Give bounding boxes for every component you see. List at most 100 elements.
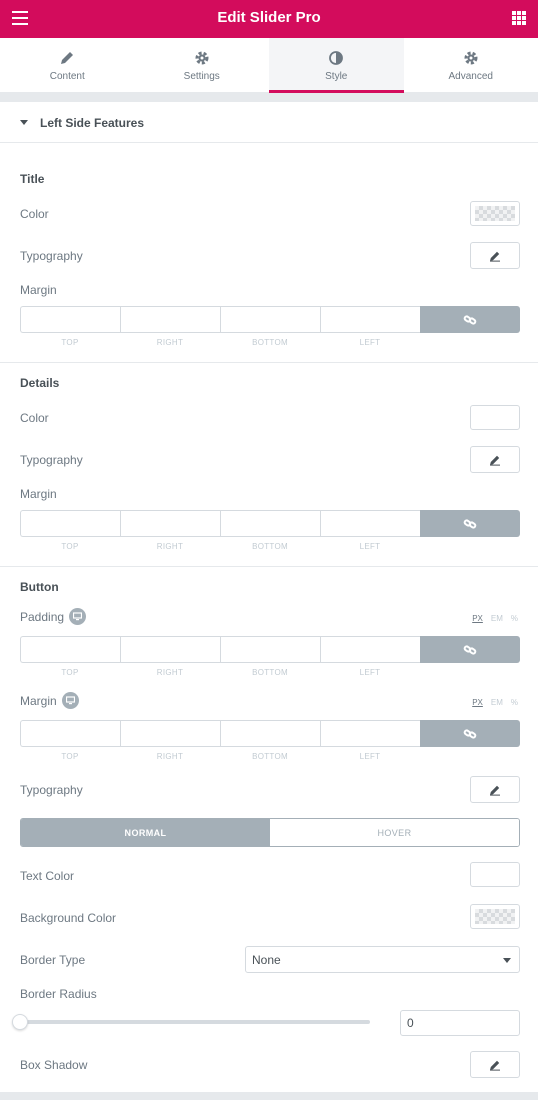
pencil-icon <box>490 1060 500 1071</box>
title-typography-label: Typography <box>20 249 83 263</box>
panel-separator <box>0 93 538 102</box>
dim-label-top: Top <box>61 668 79 677</box>
panel-footer-separator <box>0 1092 538 1100</box>
details-margin-top-input[interactable] <box>20 510 120 537</box>
border-type-value: None <box>252 952 281 967</box>
link-icon <box>463 518 477 529</box>
desktop-icon[interactable] <box>62 692 79 709</box>
button-margin-labels: Top Right Bottom Left <box>20 752 420 761</box>
details-color-picker[interactable] <box>470 405 520 430</box>
border-radius-slider-track[interactable] <box>20 1020 370 1024</box>
details-margin-labels: Top Right Bottom Left <box>20 542 420 551</box>
button-margin-top-input[interactable] <box>20 720 120 747</box>
transparent-swatch-icon <box>475 206 515 221</box>
pencil-icon <box>490 785 500 796</box>
dim-label-right: Right <box>156 338 184 347</box>
border-radius-input[interactable] <box>400 1010 520 1036</box>
link-values-button[interactable] <box>420 720 520 747</box>
dim-label-top: Top <box>61 338 79 347</box>
contrast-icon <box>269 50 404 66</box>
title-margin-left-input[interactable] <box>320 306 420 333</box>
editor-header: Edit Slider Pro <box>0 0 538 38</box>
pencil-icon <box>0 50 135 66</box>
title-color-label: Color <box>20 207 49 221</box>
dim-label-left: Left <box>359 338 381 347</box>
margin-unit-switcher: PX EM % <box>472 698 518 707</box>
button-margin-left-input[interactable] <box>320 720 420 747</box>
dim-label-top: Top <box>61 752 79 761</box>
dim-label-right: Right <box>156 542 184 551</box>
tab-content[interactable]: Content <box>0 38 135 92</box>
panel-tabs: Content Settings Style Advanced <box>0 38 538 93</box>
border-type-select[interactable]: None <box>245 946 520 973</box>
divider <box>0 362 538 363</box>
tab-style[interactable]: Style <box>269 38 404 93</box>
desktop-icon[interactable] <box>69 608 86 625</box>
button-margin-right-input[interactable] <box>120 720 220 747</box>
link-values-button[interactable] <box>420 306 520 333</box>
button-typography-edit-button[interactable] <box>470 776 520 803</box>
box-shadow-edit-button[interactable] <box>470 1051 520 1078</box>
dim-label-right: Right <box>156 752 184 761</box>
tab-settings[interactable]: Settings <box>135 38 270 92</box>
button-padding-control <box>20 636 520 663</box>
details-margin-left-input[interactable] <box>320 510 420 537</box>
link-values-button[interactable] <box>420 510 520 537</box>
tab-normal[interactable]: NORMAL <box>21 819 270 846</box>
section-toggle-left-side-features[interactable]: Left Side Features <box>0 102 538 143</box>
button-padding-label: Padding <box>20 610 65 624</box>
title-margin-top-input[interactable] <box>20 306 120 333</box>
title-margin-bottom-input[interactable] <box>220 306 320 333</box>
title-color-picker[interactable] <box>470 201 520 226</box>
button-state-tabs: NORMAL HOVER <box>20 818 520 847</box>
divider <box>0 566 538 567</box>
link-icon <box>463 314 477 325</box>
panel-title: Edit Slider Pro <box>217 9 321 26</box>
button-margin-bottom-input[interactable] <box>220 720 320 747</box>
border-radius-slider-handle[interactable] <box>12 1014 28 1030</box>
border-type-label: Border Type <box>20 953 86 967</box>
unit-px[interactable]: PX <box>472 698 483 707</box>
tab-advanced[interactable]: Advanced <box>404 38 538 92</box>
button-padding-bottom-input[interactable] <box>220 636 320 663</box>
text-color-picker[interactable] <box>470 862 520 887</box>
button-padding-top-input[interactable] <box>20 636 120 663</box>
button-padding-labels: Top Right Bottom Left <box>20 668 420 677</box>
tab-hover[interactable]: HOVER <box>270 819 519 846</box>
unit-em[interactable]: EM <box>491 614 503 623</box>
dim-label-bottom: Bottom <box>252 752 288 761</box>
gear-icon <box>135 50 270 66</box>
button-padding-left-input[interactable] <box>320 636 420 663</box>
dim-label-bottom: Bottom <box>252 668 288 677</box>
details-margin-right-input[interactable] <box>120 510 220 537</box>
details-typography-edit-button[interactable] <box>470 446 520 473</box>
background-color-label: Background Color <box>20 911 117 925</box>
padding-unit-switcher: PX EM % <box>472 614 518 623</box>
details-heading: Details <box>20 376 60 390</box>
details-margin-bottom-input[interactable] <box>220 510 320 537</box>
section-title: Left Side Features <box>40 116 145 130</box>
text-color-label: Text Color <box>20 869 75 883</box>
link-icon <box>463 644 477 655</box>
dim-label-left: Left <box>359 752 381 761</box>
unit-percent[interactable]: % <box>511 698 518 707</box>
unit-percent[interactable]: % <box>511 614 518 623</box>
details-color-label: Color <box>20 411 49 425</box>
border-radius-label: Border Radius <box>20 987 97 1001</box>
tab-settings-label: Settings <box>183 71 220 82</box>
button-margin-control <box>20 720 520 747</box>
link-values-button[interactable] <box>420 636 520 663</box>
dim-label-bottom: Bottom <box>252 338 288 347</box>
transparent-swatch-icon <box>475 909 515 924</box>
unit-em[interactable]: EM <box>491 698 503 707</box>
title-typography-edit-button[interactable] <box>470 242 520 269</box>
unit-px[interactable]: PX <box>472 614 483 623</box>
details-margin-control <box>20 510 520 537</box>
tab-style-label: Style <box>325 71 348 82</box>
button-padding-right-input[interactable] <box>120 636 220 663</box>
background-color-picker[interactable] <box>470 904 520 929</box>
title-heading: Title <box>20 172 45 186</box>
title-margin-right-input[interactable] <box>120 306 220 333</box>
pencil-icon <box>490 455 500 466</box>
grid-icon[interactable] <box>512 11 526 25</box>
